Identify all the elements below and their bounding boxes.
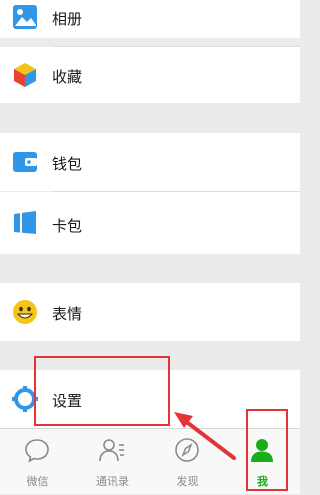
- settings-highlight-box: [34, 356, 170, 426]
- tab-chats-label: 微信: [26, 475, 49, 488]
- chats-icon: [25, 439, 49, 463]
- me-tab-highlight-box: [246, 409, 288, 491]
- cards-icon: [14, 211, 36, 234]
- menu-item-cards[interactable]: 卡包: [0, 192, 300, 254]
- wallet-icon: [13, 152, 37, 172]
- album-icon: [13, 5, 37, 29]
- stickers-icon: [13, 300, 37, 324]
- cards-label: 卡包: [52, 217, 83, 235]
- discover-icon: [175, 438, 199, 462]
- menu-item-album[interactable]: 相册: [0, 0, 300, 38]
- menu-item-wallet[interactable]: 钱包: [0, 133, 300, 191]
- favorites-icon: [14, 63, 36, 87]
- favorites-label: 收藏: [52, 68, 83, 86]
- menu-item-favorites[interactable]: 收藏: [0, 47, 300, 103]
- wallet-label: 钱包: [52, 155, 83, 173]
- tab-discover[interactable]: 发现: [150, 429, 225, 495]
- tab-contacts[interactable]: 通讯录: [75, 429, 150, 495]
- tab-discover-label: 发现: [176, 475, 199, 488]
- tab-contacts-label: 通讯录: [96, 475, 129, 488]
- tab-chats[interactable]: 微信: [0, 429, 75, 495]
- stickers-label: 表情: [52, 305, 83, 323]
- album-label: 相册: [52, 10, 83, 28]
- menu-item-stickers[interactable]: 表情: [0, 283, 300, 341]
- contacts-icon: [99, 439, 124, 462]
